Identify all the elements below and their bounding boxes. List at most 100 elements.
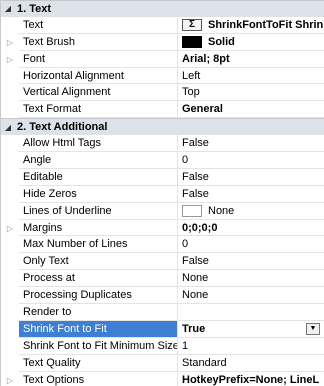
property-name[interactable]: Editable	[19, 168, 178, 186]
property-name[interactable]: Horizontal Alignment	[19, 67, 178, 85]
property-value-text: 1	[182, 339, 189, 352]
property-row-font[interactable]: ▷ Font Arial; 8pt	[1, 50, 324, 68]
category-header[interactable]: ◢ 1. Text	[1, 0, 324, 17]
property-name[interactable]: Only Text	[19, 253, 178, 271]
property-row-only-text[interactable]: Only Text False	[1, 253, 324, 271]
property-name[interactable]: Font	[19, 50, 178, 68]
property-value[interactable]: 0;0;0;0	[178, 220, 324, 237]
property-value[interactable]	[178, 304, 324, 321]
property-value-text: None	[182, 289, 209, 302]
property-value-text: 0;0;0;0	[182, 221, 218, 234]
collapse-triangle-icon[interactable]: ◢	[1, 1, 15, 17]
property-name[interactable]: Processing Duplicates	[19, 287, 178, 305]
property-row-hide-zeros[interactable]: Hide Zeros False	[1, 185, 324, 203]
dropdown-arrow-icon[interactable]: ▼	[306, 322, 320, 335]
row-gutter	[1, 152, 19, 169]
property-value[interactable]: General	[178, 101, 324, 119]
property-value[interactable]: 1	[178, 338, 324, 355]
property-value-text: None	[182, 272, 209, 285]
row-gutter[interactable]: ▷	[1, 219, 19, 237]
row-gutter	[1, 202, 19, 220]
property-name[interactable]: Shrink Font to Fit Minimum Size	[19, 337, 178, 355]
property-row-editable[interactable]: Editable False	[1, 168, 324, 186]
row-gutter	[1, 67, 19, 85]
property-name[interactable]: Angle	[19, 152, 178, 169]
property-value[interactable]: False	[178, 186, 324, 203]
property-value-text: None	[208, 204, 235, 217]
property-row-horizontal-alignment[interactable]: Horizontal Alignment Left	[1, 67, 324, 85]
property-value[interactable]: Left	[178, 68, 324, 85]
property-value[interactable]: None	[178, 270, 324, 288]
category-label: 2. Text Additional	[17, 121, 108, 134]
property-value-text: False	[182, 187, 209, 200]
property-value[interactable]: Solid	[178, 34, 324, 51]
property-value[interactable]: None	[178, 287, 324, 305]
property-grid: ◢ 1. Text Text Σ ShrinkFontToFit Shrin ▷ Text …	[0, 0, 324, 386]
sigma-icon[interactable]: Σ	[182, 18, 202, 31]
property-value[interactable]: 0	[178, 236, 324, 254]
row-gutter[interactable]: ▷	[1, 371, 19, 386]
row-gutter	[1, 320, 19, 338]
row-gutter	[1, 287, 19, 305]
row-gutter	[1, 168, 19, 186]
property-name[interactable]: Process at	[19, 270, 178, 288]
property-row-angle[interactable]: Angle 0	[1, 152, 324, 169]
property-row-lines-of-underline[interactable]: Lines of Underline None	[1, 202, 324, 220]
property-name[interactable]: Text	[19, 16, 178, 34]
row-gutter[interactable]: ▷	[1, 33, 19, 51]
property-row-shrink-font-to-fit-minimum-size[interactable]: Shrink Font to Fit Minimum Size 1	[1, 337, 324, 355]
property-value-text: True	[182, 322, 206, 335]
property-name[interactable]: Hide Zeros	[19, 185, 178, 203]
property-value[interactable]: True ▼	[178, 320, 324, 338]
property-name[interactable]: Render to	[19, 304, 178, 321]
property-value-text: Left	[182, 69, 201, 82]
row-gutter	[1, 337, 19, 355]
property-value[interactable]: False	[178, 135, 324, 153]
row-gutter	[1, 236, 19, 254]
property-name[interactable]: Allow Html Tags	[19, 135, 178, 153]
row-gutter	[1, 253, 19, 271]
property-value-text: ShrinkFontToFit Shrin	[208, 18, 324, 31]
property-name[interactable]: Text Format	[19, 101, 178, 119]
property-value[interactable]: False	[178, 253, 324, 271]
expand-arrow-icon[interactable]: ▷	[7, 224, 13, 233]
property-row-processing-duplicates[interactable]: Processing Duplicates None	[1, 287, 324, 305]
property-row-process-at[interactable]: Process at None	[1, 270, 324, 288]
property-value[interactable]: HotkeyPrefix=None; LineL	[178, 372, 324, 386]
category-header[interactable]: ◢ 2. Text Additional	[1, 118, 324, 136]
expand-arrow-icon[interactable]: ▷	[7, 55, 13, 64]
property-row-text-brush[interactable]: ▷ Text Brush Solid	[1, 33, 324, 51]
property-row-margins[interactable]: ▷ Margins 0;0;0;0	[1, 219, 324, 237]
property-value-text: False	[182, 170, 209, 183]
property-row-vertical-alignment[interactable]: Vertical Alignment Top	[1, 84, 324, 102]
property-value[interactable]: Arial; 8pt	[178, 51, 324, 68]
property-name[interactable]: Margins	[19, 219, 178, 237]
property-row-text[interactable]: Text Σ ShrinkFontToFit Shrin	[1, 16, 324, 34]
property-name[interactable]: Vertical Alignment	[19, 84, 178, 102]
property-row-text-options[interactable]: ▷ Text Options HotkeyPrefix=None; LineL	[1, 371, 324, 386]
property-name[interactable]: Text Quality	[19, 354, 178, 372]
property-value[interactable]: 0	[178, 152, 324, 169]
collapse-triangle-icon[interactable]: ◢	[1, 119, 15, 135]
property-row-text-format[interactable]: Text Format General	[1, 101, 324, 119]
property-value[interactable]: False	[178, 169, 324, 186]
property-row-shrink-font-to-fit[interactable]: Shrink Font to Fit True ▼	[1, 320, 324, 338]
property-value-text: False	[182, 137, 209, 150]
property-value-text: False	[182, 255, 209, 268]
property-row-render-to[interactable]: Render to	[1, 304, 324, 321]
property-value[interactable]: Standard	[178, 355, 324, 372]
property-row-allow-html-tags[interactable]: Allow Html Tags False	[1, 135, 324, 153]
row-gutter[interactable]: ▷	[1, 50, 19, 68]
expand-arrow-icon[interactable]: ▷	[7, 38, 13, 47]
property-row-text-quality[interactable]: Text Quality Standard	[1, 354, 324, 372]
property-name[interactable]: Text Brush	[19, 33, 178, 51]
property-name[interactable]: Max Number of Lines	[19, 236, 178, 254]
expand-arrow-icon[interactable]: ▷	[7, 376, 13, 385]
property-name[interactable]: Text Options	[19, 371, 178, 386]
property-value[interactable]: None	[178, 203, 324, 220]
property-name[interactable]: Lines of Underline	[19, 202, 178, 220]
property-value[interactable]: Σ ShrinkFontToFit Shrin	[178, 17, 324, 34]
property-name[interactable]: Shrink Font to Fit	[19, 320, 178, 338]
property-row-max-number-of-lines[interactable]: Max Number of Lines 0	[1, 236, 324, 254]
property-value[interactable]: Top	[178, 84, 324, 102]
